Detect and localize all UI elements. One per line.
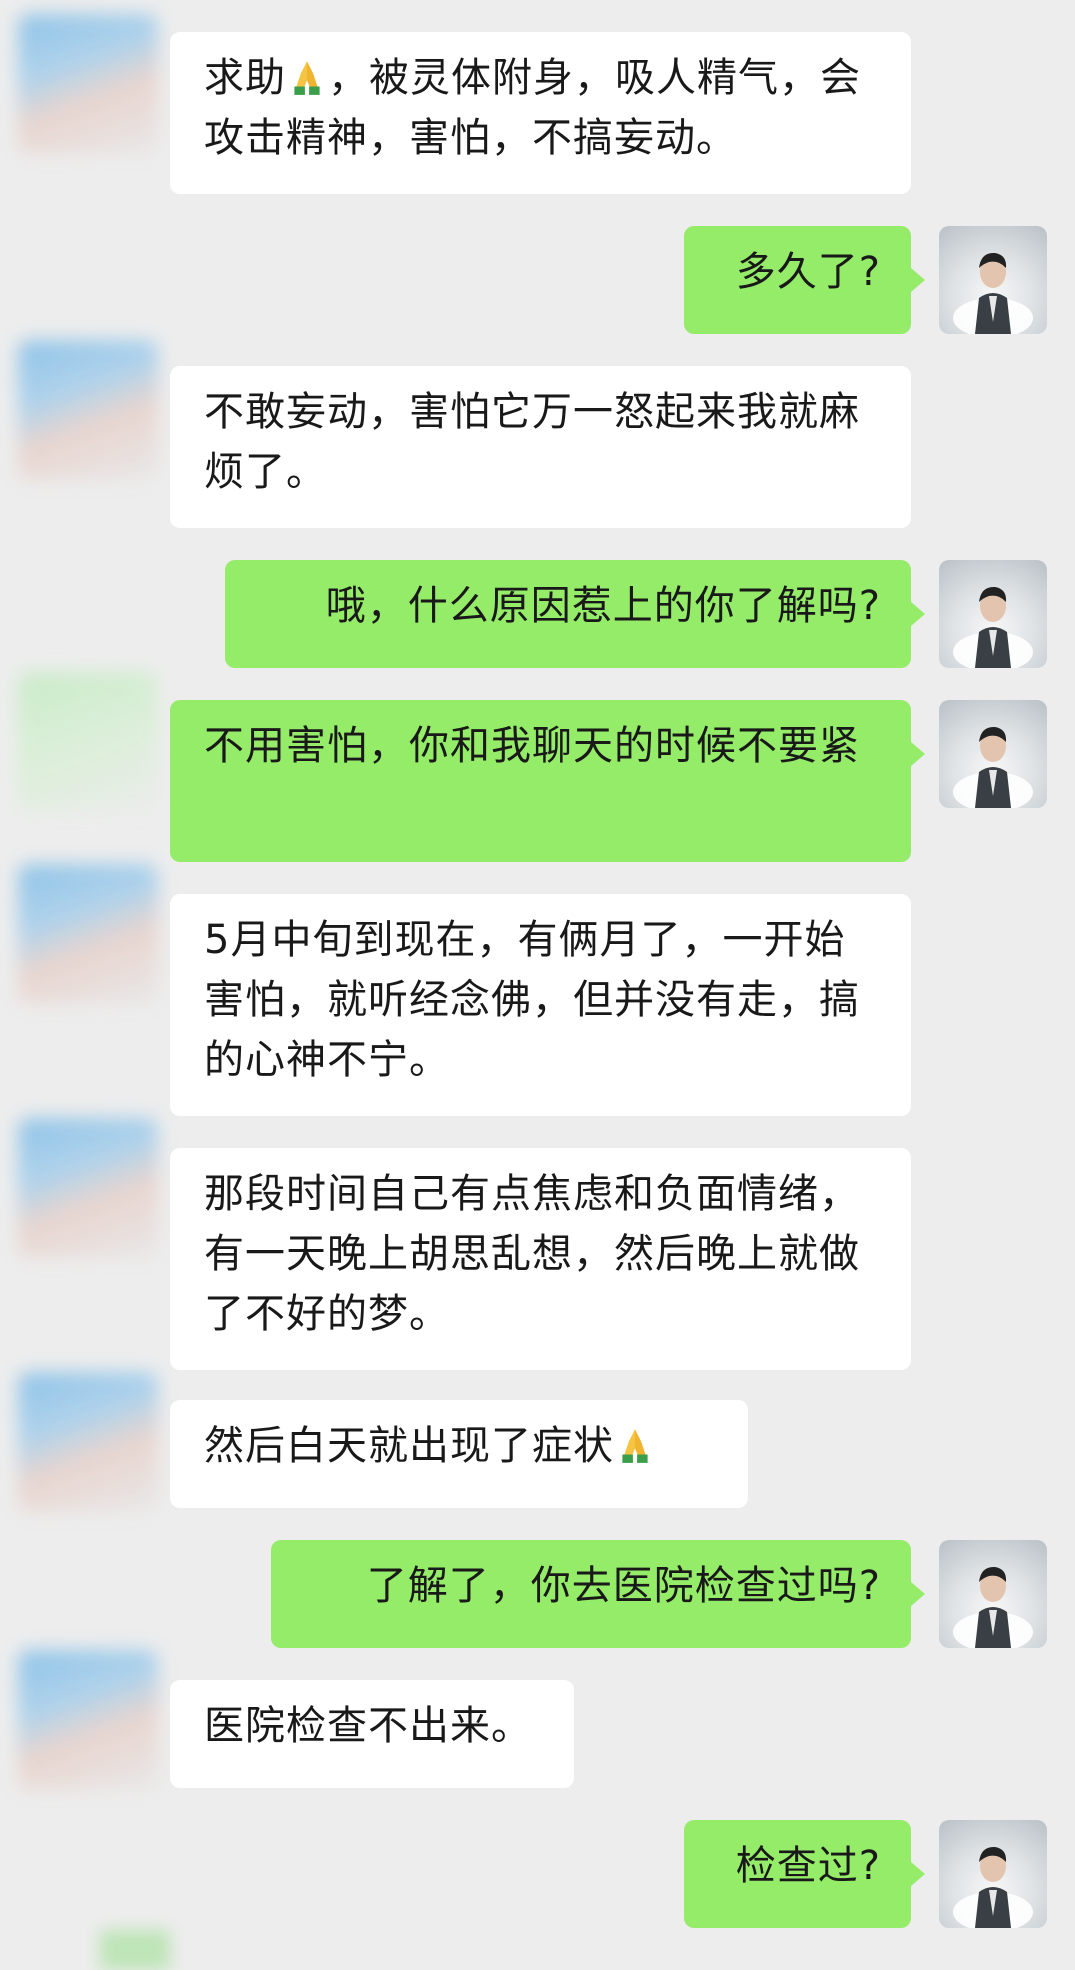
message-text: 多久了? bbox=[735, 249, 881, 295]
contact-avatar-partial bbox=[100, 1930, 170, 1970]
self-avatar[interactable] bbox=[939, 560, 1047, 668]
message-text: 然后白天就出现了症状 bbox=[204, 1423, 614, 1469]
message-bubble-incoming[interactable]: 医院检查不出来。 bbox=[170, 1680, 574, 1788]
bubble-tail bbox=[911, 742, 925, 766]
self-avatar[interactable] bbox=[939, 1820, 1047, 1928]
contact-avatar[interactable] bbox=[18, 864, 158, 1004]
folded-hands-icon bbox=[294, 61, 320, 95]
folded-hands-icon bbox=[622, 1429, 648, 1463]
contact-avatar[interactable] bbox=[18, 1372, 158, 1512]
contact-avatar[interactable] bbox=[18, 340, 158, 480]
message-bubble-outgoing[interactable]: 哦，什么原因惹上的你了解吗? bbox=[225, 560, 911, 668]
user-portrait-icon bbox=[953, 1566, 1033, 1648]
bubble-tail bbox=[911, 1582, 925, 1606]
contact-avatar[interactable] bbox=[18, 14, 158, 154]
message-text: 检查过? bbox=[735, 1843, 881, 1889]
message-text: 哦，什么原因惹上的你了解吗? bbox=[325, 583, 881, 629]
user-portrait-icon bbox=[953, 726, 1033, 808]
message-text: 不用害怕，你和我聊天的时候不要紧 bbox=[204, 723, 860, 769]
self-avatar[interactable] bbox=[939, 1540, 1047, 1648]
self-avatar[interactable] bbox=[939, 226, 1047, 334]
message-bubble-outgoing[interactable]: 了解了，你去医院检查过吗? bbox=[271, 1540, 911, 1648]
message-bubble-incoming[interactable]: 不敢妄动，害怕它万一怒起来我就麻烦了。 bbox=[170, 366, 911, 528]
message-text: 医院检查不出来。 bbox=[204, 1703, 532, 1749]
message-text: 求助 bbox=[204, 55, 286, 101]
message-bubble-outgoing[interactable]: 多久了? bbox=[684, 226, 911, 334]
bubble-tail bbox=[911, 602, 925, 626]
message-text: 那段时间自己有点焦虑和负面情绪，有一天晚上胡思乱想，然后晚上就做了不好的梦。 bbox=[204, 1171, 860, 1337]
message-bubble-incoming[interactable]: 5月中旬到现在，有俩月了，一开始害怕，就听经念佛，但并没有走，搞的心神不宁。 bbox=[170, 894, 911, 1116]
user-portrait-icon bbox=[953, 1846, 1033, 1928]
user-portrait-icon bbox=[953, 586, 1033, 668]
message-text: 了解了，你去医院检查过吗? bbox=[366, 1563, 881, 1609]
chat-area: 求助 ，被灵体附身，吸人精气，会攻击精神，害怕，不搞妄动。 多久了? 不敢妄动，… bbox=[0, 0, 1075, 1970]
bubble-tail bbox=[911, 1862, 925, 1886]
bubble-tail bbox=[911, 268, 925, 292]
message-text: 不敢妄动，害怕它万一怒起来我就麻烦了。 bbox=[204, 389, 860, 495]
contact-avatar[interactable] bbox=[18, 1650, 158, 1790]
message-bubble-incoming[interactable]: 那段时间自己有点焦虑和负面情绪，有一天晚上胡思乱想，然后晚上就做了不好的梦。 bbox=[170, 1148, 911, 1370]
message-text: 5月中旬到现在，有俩月了，一开始害怕，就听经念佛，但并没有走，搞的心神不宁。 bbox=[204, 917, 860, 1083]
message-bubble-outgoing[interactable]: 不用害怕，你和我聊天的时候不要紧 bbox=[170, 700, 911, 862]
message-bubble-incoming[interactable]: 求助 ，被灵体附身，吸人精气，会攻击精神，害怕，不搞妄动。 bbox=[170, 32, 911, 194]
message-bubble-outgoing[interactable]: 检查过? bbox=[684, 1820, 911, 1928]
self-avatar[interactable] bbox=[939, 700, 1047, 808]
contact-avatar[interactable] bbox=[18, 1118, 158, 1258]
message-bubble-incoming[interactable]: 然后白天就出现了症状 bbox=[170, 1400, 748, 1508]
contact-avatar[interactable] bbox=[18, 672, 158, 812]
user-portrait-icon bbox=[953, 252, 1033, 334]
